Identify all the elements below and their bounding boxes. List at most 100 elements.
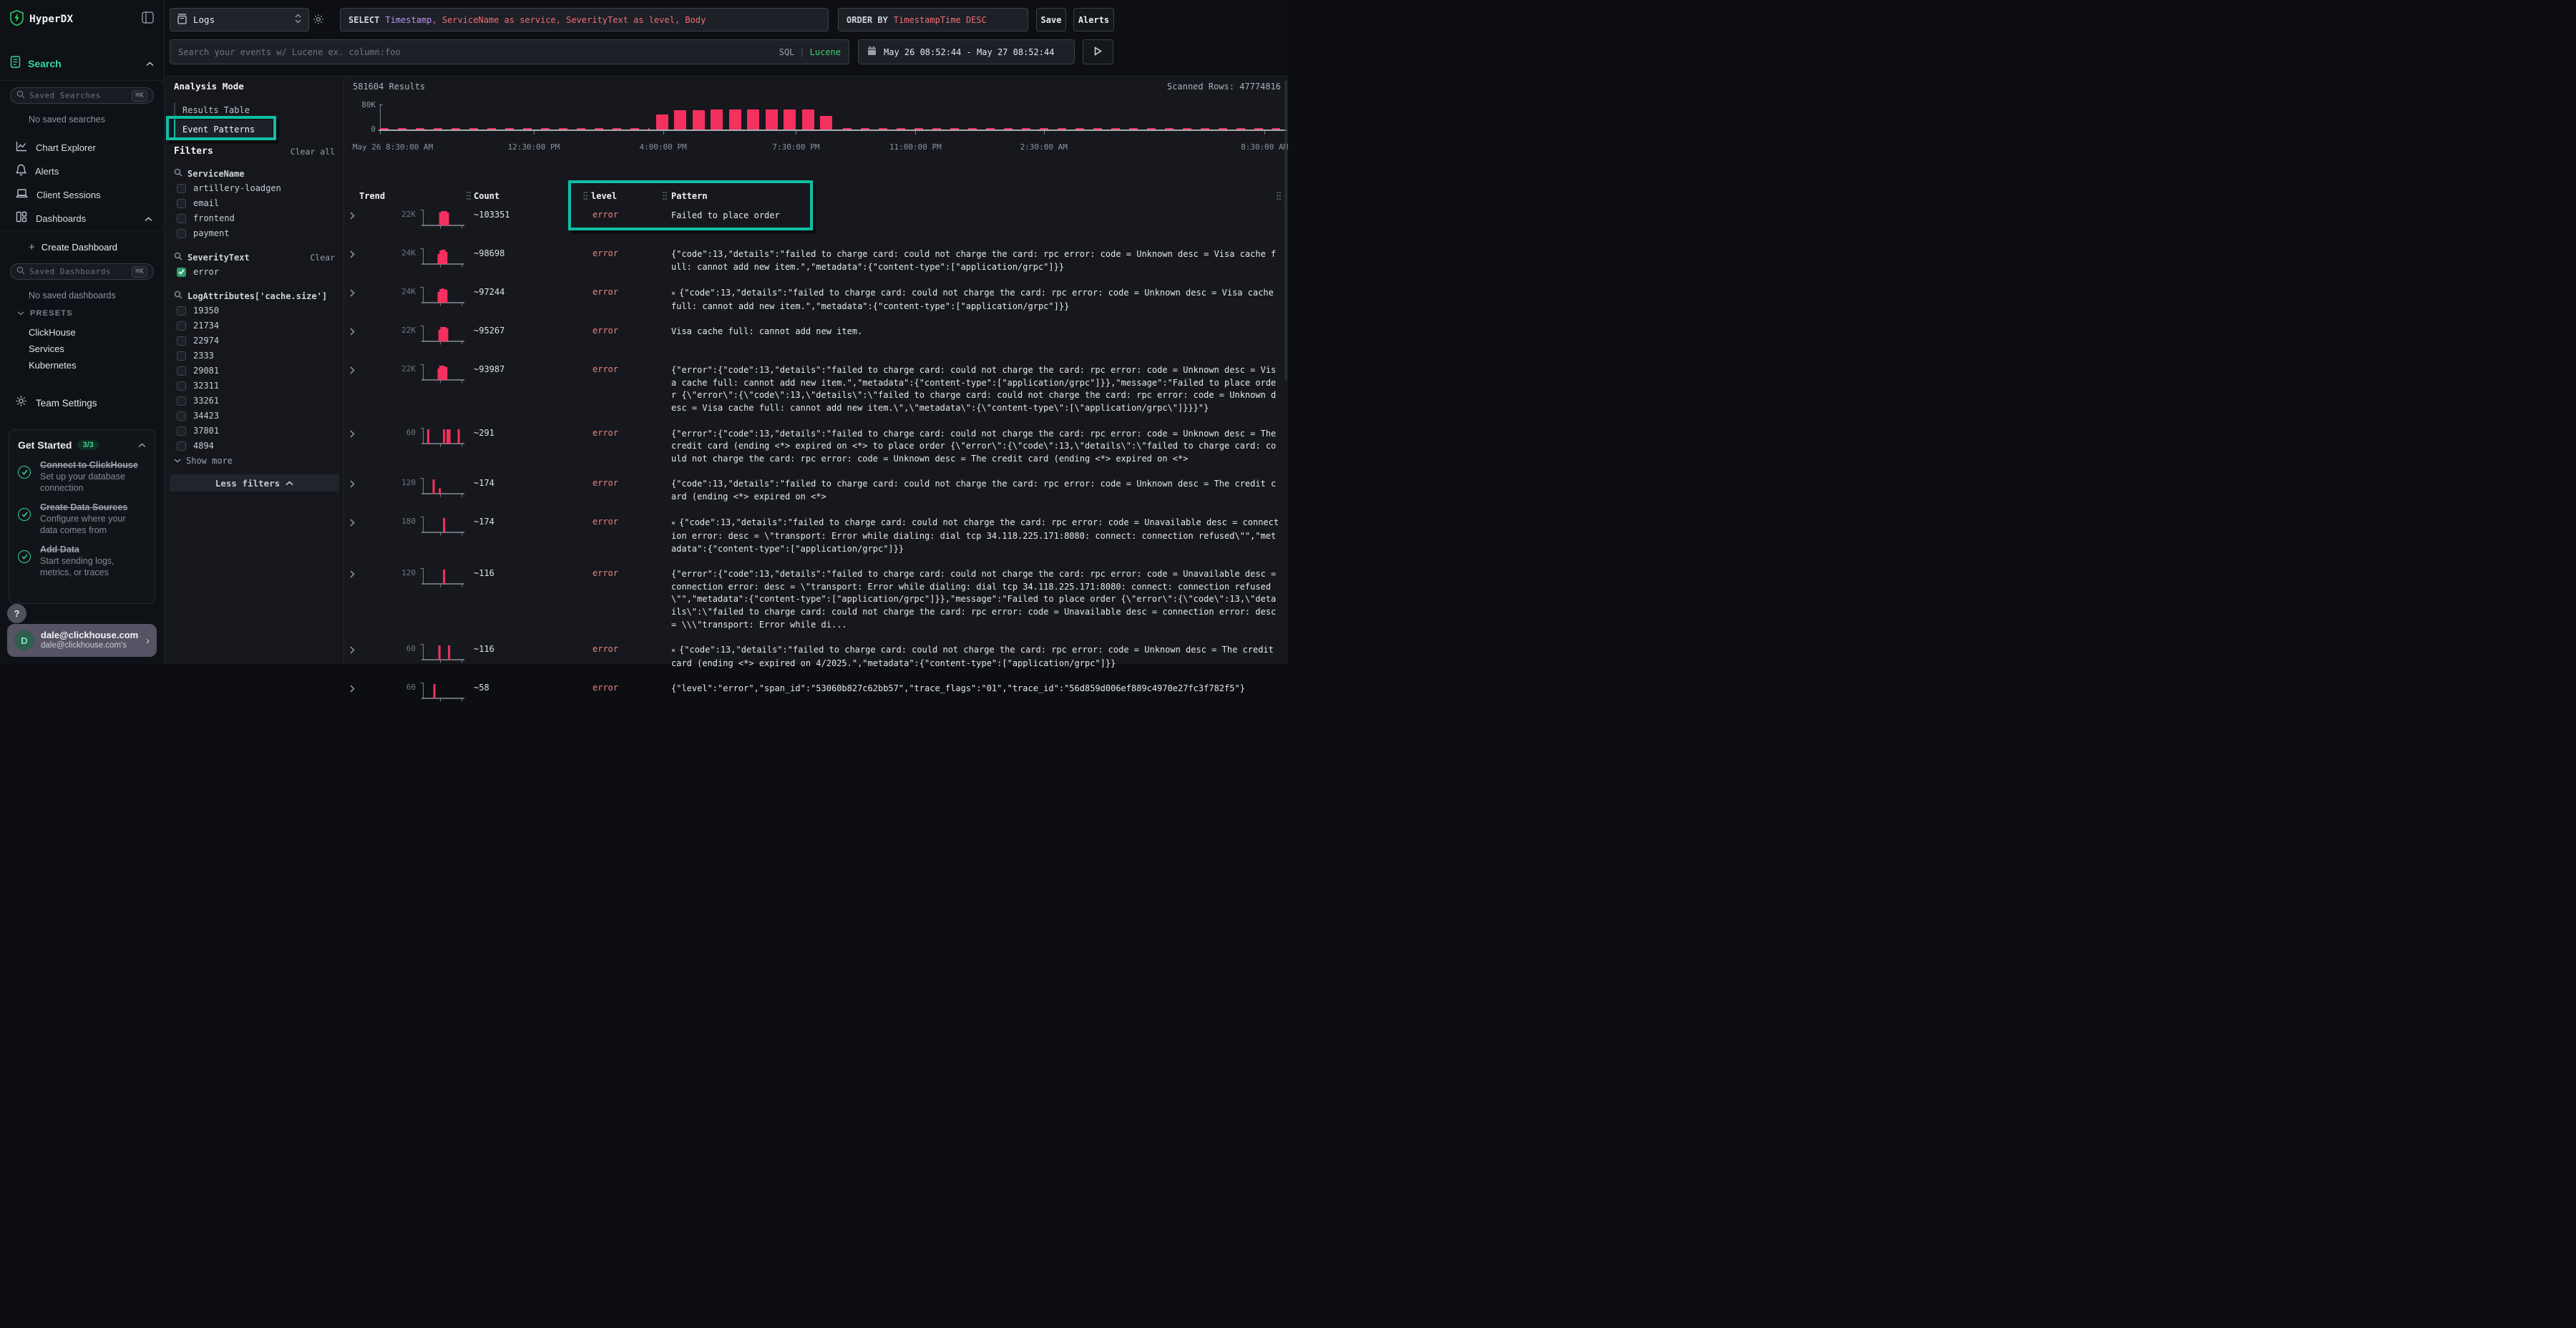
checkbox[interactable]	[177, 396, 186, 406]
save-button[interactable]: Save	[1036, 8, 1066, 31]
column-grip-icon[interactable]	[467, 191, 471, 204]
checkbox[interactable]	[177, 426, 186, 436]
column-grip-icon[interactable]	[663, 191, 667, 204]
create-dashboard-button[interactable]: + Create Dashboard	[0, 236, 164, 258]
sidebar-item-alerts[interactable]: Alerts	[0, 160, 164, 183]
lucene-search-input[interactable]: Search your events w/ Lucene ex. column:…	[170, 39, 849, 64]
expand-row-chevron-icon[interactable]	[350, 365, 355, 378]
saved-searches-input[interactable]: Saved Searches ⌘K	[10, 87, 154, 104]
collapse-sidebar-icon[interactable]	[142, 11, 154, 27]
histogram-bar[interactable]	[693, 110, 705, 130]
run-search-button[interactable]	[1083, 39, 1113, 64]
checkbox[interactable]	[177, 214, 186, 223]
filter-option-37801[interactable]: 37801	[174, 424, 335, 438]
checkbox[interactable]	[177, 381, 186, 391]
column-header-count[interactable]: Count	[474, 191, 499, 201]
pattern-row[interactable]: 22K~103351errorFailed to place order	[344, 204, 1288, 240]
filter-option-payment[interactable]: payment	[174, 226, 335, 240]
order-by-input[interactable]: ORDER BY TimestampTime DESC	[838, 8, 1028, 31]
column-grip-icon[interactable]	[1277, 191, 1281, 204]
histogram-bar[interactable]	[784, 109, 796, 130]
pattern-row[interactable]: 180~174error×{"code":13,"details":"faile…	[344, 511, 1288, 560]
mode-event-patterns[interactable]: Event Patterns	[174, 120, 272, 138]
scrollbar-thumb[interactable]	[1284, 80, 1287, 381]
select-query-input[interactable]: SELECT Timestamp, ServiceName as service…	[340, 8, 829, 31]
filter-option-29081[interactable]: 29081	[174, 363, 335, 378]
expand-row-chevron-icon[interactable]	[350, 517, 355, 530]
filter-option-21734[interactable]: 21734	[174, 318, 335, 333]
column-grip-icon[interactable]	[583, 191, 587, 204]
date-range-picker[interactable]: May 26 08:52:44 - May 27 08:52:44	[858, 39, 1075, 64]
column-header-level[interactable]: level	[591, 191, 617, 201]
sidebar-item-chart-explorer[interactable]: Chart Explorer	[0, 136, 164, 160]
column-header-trend[interactable]: Trend	[359, 191, 385, 201]
user-menu[interactable]: D dale@clickhouse.com dale@clickhouse.co…	[7, 624, 157, 657]
pattern-row[interactable]: 120~174error{"code":13,"details":"failed…	[344, 472, 1288, 508]
chevron-up-icon[interactable]	[138, 439, 146, 451]
filter-option-22974[interactable]: 22974	[174, 333, 335, 348]
get-started-step[interactable]: Connect to ClickHouseSet up your databas…	[18, 459, 146, 494]
chevron-up-icon[interactable]	[146, 57, 154, 70]
checkbox[interactable]	[177, 229, 186, 238]
alerts-button[interactable]: Alerts	[1073, 8, 1114, 31]
get-started-step[interactable]: Create Data SourcesConfigure where your …	[18, 502, 146, 536]
help-button[interactable]: ?	[7, 604, 26, 623]
preset-kubernetes[interactable]: Kubernetes	[0, 357, 164, 374]
presets-toggle[interactable]: PRESETS	[17, 309, 73, 318]
sidebar-item-team-settings[interactable]: Team Settings	[0, 392, 164, 414]
checkbox[interactable]	[177, 199, 186, 208]
mode-results-table[interactable]: Results Table	[174, 102, 335, 118]
expand-row-chevron-icon[interactable]	[350, 288, 355, 301]
checkbox[interactable]	[177, 306, 186, 316]
checkbox[interactable]	[177, 321, 186, 331]
checkbox[interactable]	[177, 184, 186, 193]
histogram-bar[interactable]	[747, 109, 759, 130]
histogram-bar[interactable]	[802, 109, 814, 130]
lucene-mode-toggle[interactable]: Lucene	[810, 47, 841, 57]
expand-row-chevron-icon[interactable]	[350, 210, 355, 223]
expand-row-chevron-icon[interactable]	[350, 249, 355, 262]
column-header-pattern[interactable]: Pattern	[671, 191, 708, 201]
expand-row-chevron-icon[interactable]	[350, 429, 355, 441]
pattern-row[interactable]: 60~58error{"level":"error","span_id":"53…	[344, 677, 1288, 713]
clear-filter-link[interactable]: Clear	[310, 253, 335, 263]
filter-option-frontend[interactable]: frontend	[174, 211, 335, 225]
pattern-row[interactable]: 22K~93987error{"error":{"code":13,"detai…	[344, 358, 1288, 419]
clear-all-filters-link[interactable]: Clear all	[291, 147, 335, 157]
histogram-bar[interactable]	[766, 109, 778, 130]
filter-option-email[interactable]: email	[174, 196, 335, 210]
expand-row-chevron-icon[interactable]	[350, 326, 355, 339]
filter-option-artillery-loadgen[interactable]: artillery-loadgen	[174, 181, 335, 195]
filter-option-33261[interactable]: 33261	[174, 394, 335, 408]
histogram-bar[interactable]	[820, 116, 832, 130]
expand-row-chevron-icon[interactable]	[350, 645, 355, 658]
checkbox[interactable]	[177, 351, 186, 361]
preset-clickhouse[interactable]: ClickHouse	[0, 324, 164, 341]
pattern-row[interactable]: 22K~95267errorVisa cache full: cannot ad…	[344, 320, 1288, 356]
preset-services[interactable]: Services	[0, 341, 164, 357]
show-more-link[interactable]: Show more	[174, 454, 335, 468]
histogram-bar[interactable]	[656, 114, 668, 130]
histogram-bar[interactable]	[711, 109, 723, 130]
filter-option-34423[interactable]: 34423	[174, 409, 335, 423]
sidebar-item-client-sessions[interactable]: Client Sessions	[0, 183, 164, 207]
source-settings-gear-icon[interactable]	[313, 14, 324, 29]
expand-row-chevron-icon[interactable]	[350, 569, 355, 582]
sidebar-item-dashboards[interactable]: Dashboards	[0, 207, 164, 230]
source-select[interactable]: Logs	[170, 8, 309, 31]
expand-row-chevron-icon[interactable]	[350, 479, 355, 492]
checkbox[interactable]	[177, 411, 186, 421]
checkbox[interactable]	[177, 336, 186, 346]
saved-dashboards-input[interactable]: Saved Dashboards ⌘K	[10, 263, 154, 280]
pattern-row[interactable]: 24K~97244error×{"code":13,"details":"fai…	[344, 281, 1288, 317]
filter-option-32311[interactable]: 32311	[174, 379, 335, 393]
pattern-row[interactable]: 120~116error{"error":{"code":13,"details…	[344, 562, 1288, 635]
checkbox[interactable]	[177, 441, 186, 451]
pattern-row[interactable]: 60~291error{"error":{"code":13,"details"…	[344, 422, 1288, 470]
histogram-bar[interactable]	[729, 109, 741, 130]
sidebar-item-search[interactable]: Search	[0, 54, 164, 73]
expand-row-chevron-icon[interactable]	[350, 683, 355, 696]
filter-option-error[interactable]: error	[174, 265, 335, 279]
filter-option-19350[interactable]: 19350	[174, 303, 335, 318]
histogram-bar[interactable]	[674, 110, 686, 130]
